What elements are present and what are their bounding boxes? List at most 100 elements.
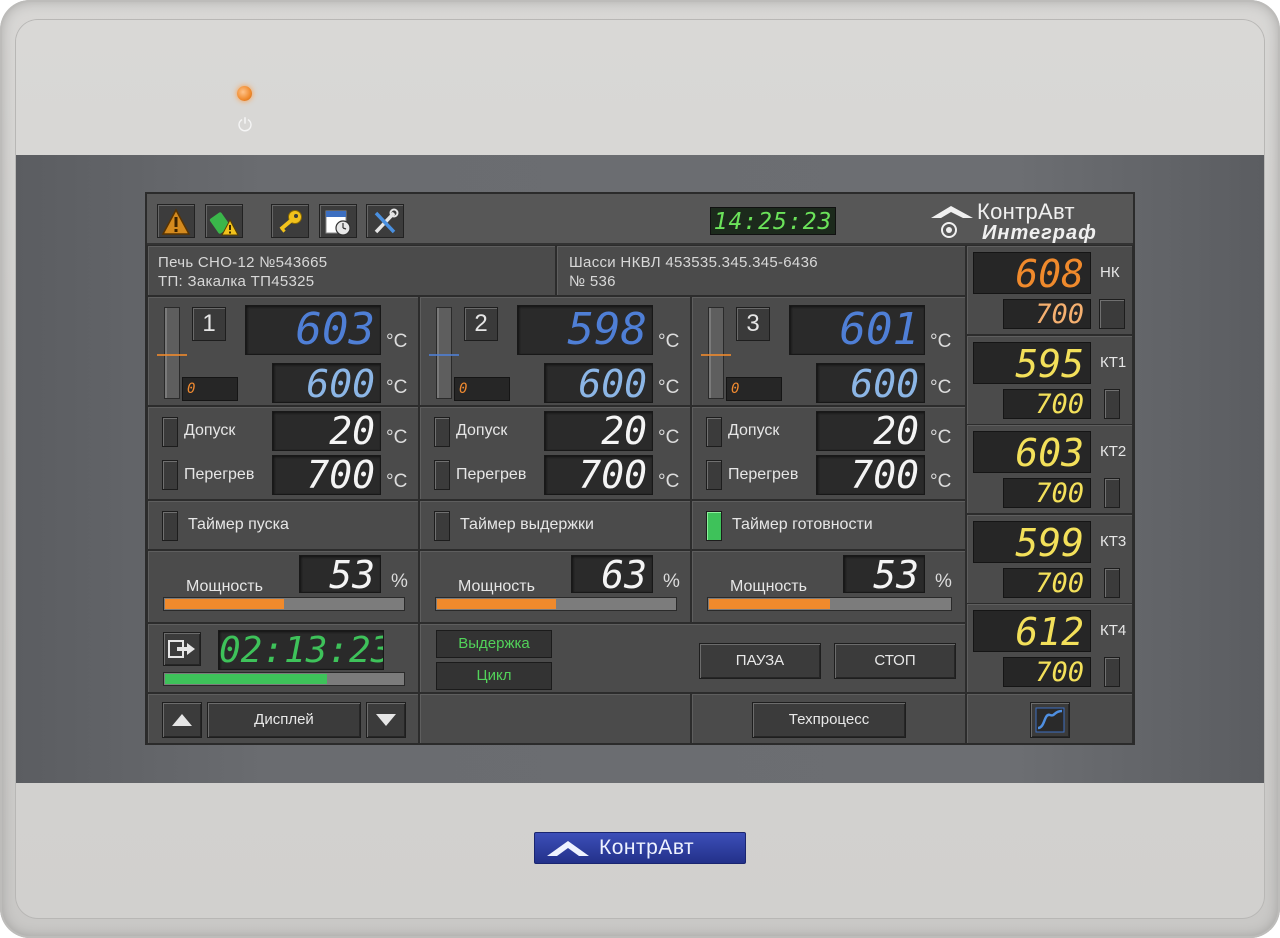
sensor-value: 612 [973, 610, 1091, 653]
current-unit: °C [386, 331, 408, 352]
trend-chart-icon [1035, 707, 1065, 733]
overheat-unit: °C [386, 471, 408, 492]
settings-button[interactable] [366, 204, 404, 238]
channel-timer-panel: Таймер готовности [691, 500, 966, 550]
sensor-value: 608 [973, 252, 1091, 295]
overheat-label: Перегрев [728, 466, 799, 483]
mode-cycle-indicator: Цикл [436, 662, 552, 690]
channel-power-panel: Мощность 63% [419, 550, 691, 623]
process-name: ТП: Закалка ТП45325 [158, 273, 315, 290]
channel-small-value: 0 [182, 377, 238, 401]
timer-label: Таймер готовности [732, 516, 873, 533]
trend-button[interactable] [1030, 702, 1070, 738]
process-control-panel: Выдержка Цикл ПАУЗА СТОП [419, 623, 966, 693]
display-next-button[interactable] [366, 702, 406, 738]
channel-column-2: 0 2 598 °C 600 °C Допуск 20 °C Перегрев 700 °C Тайме… [419, 296, 691, 623]
tolerance-value: 20 [544, 411, 653, 451]
alarm-button[interactable] [157, 204, 195, 238]
furnace-info-panel: Печь СНО-12 №543665 ТП: Закалка ТП45325 [147, 245, 556, 296]
sensor-panel-КТ1: 595 КТ1 700 [966, 334, 1133, 425]
overheat-indicator [706, 460, 722, 490]
process-elapsed-time: 02:13:23 [218, 630, 384, 670]
sensor-value: 595 [973, 341, 1091, 385]
pause-button[interactable]: ПАУЗА [699, 643, 821, 679]
power-unit: % [935, 571, 952, 592]
setpoint-unit: °C [386, 377, 408, 398]
overheat-value: 700 [816, 455, 925, 495]
channel-current-temperature: 601 [789, 305, 925, 355]
mode-hold-indicator: Выдержка [436, 630, 552, 658]
setpoint-unit: °C [658, 377, 680, 398]
tools-icon [374, 208, 399, 234]
sensor-indicator [1104, 657, 1120, 688]
power-bar-fill [165, 599, 284, 609]
trend-panel [966, 693, 1133, 743]
thermometer-marker [701, 354, 731, 356]
system-clock: 14:25:23 [710, 207, 836, 235]
furnace-name: Печь СНО-12 №543665 [158, 254, 328, 271]
channel-current-temperature: 598 [517, 305, 653, 355]
process-progress-bar [163, 672, 405, 686]
sensor-name: КТ4 [1100, 622, 1127, 640]
sensor-panel-КТ2: 603 КТ2 700 [966, 424, 1133, 515]
access-key-button[interactable] [271, 204, 309, 238]
tolerance-value: 20 [816, 411, 925, 451]
channel-column-1: 0 1 603 °C 600 °C Допуск 20 °C Перегрев 700 °C Тайме… [147, 296, 419, 623]
channel-number: 1 [192, 307, 226, 341]
sensor-indicator [1099, 299, 1125, 329]
display-prev-button[interactable] [162, 702, 202, 738]
process-progress-fill [165, 674, 327, 684]
sensor-setpoint: 700 [1003, 478, 1091, 509]
channel-limits-panel: Допуск 20 °C Перегрев 700 °C [691, 406, 966, 500]
tolerance-unit: °C [658, 427, 680, 448]
sensor-panel-КТ4: 612 КТ4 700 [966, 603, 1133, 694]
usb-button[interactable] [205, 204, 243, 238]
sensor-panel-КТ3: 599 КТ3 700 [966, 513, 1133, 604]
thermometer-marker [157, 354, 187, 356]
channel-power-panel: Мощность 53% [147, 550, 419, 623]
brand-logo-icon [547, 841, 589, 856]
overheat-label: Перегрев [456, 466, 527, 483]
exit-button[interactable] [163, 632, 201, 666]
toolbar: 14:25:23 КонтрАвт Интеграф [147, 194, 1133, 245]
power-label: Мощность [458, 578, 535, 595]
timer-indicator [434, 511, 450, 541]
chassis-info-panel: Шасси НКВЛ 453535.345.345-6436 № 536 [556, 245, 966, 296]
channel-number: 2 [464, 307, 498, 341]
chassis-name: Шасси НКВЛ 453535.345.345-6436 [569, 254, 818, 271]
tolerance-label: Допуск [728, 422, 780, 439]
sensor-value: 603 [973, 431, 1091, 474]
display-button[interactable]: Дисплей [207, 702, 361, 738]
process-timer-panel: 02:13:23 [147, 623, 419, 693]
timer-indicator [162, 511, 178, 541]
power-unit: % [663, 571, 680, 592]
timer-label: Таймер выдержки [460, 516, 594, 533]
brand-badge-label: КонтрАвт [599, 836, 695, 859]
brand-badge: КонтрАвт [534, 832, 746, 864]
sensor-name: КТ2 [1100, 443, 1127, 461]
techprocess-button[interactable]: Техпроцесс [752, 702, 906, 738]
power-icon: ⏻ [237, 115, 253, 135]
logo-text-integraf: Интеграф [982, 222, 1097, 244]
log-button[interactable] [319, 204, 357, 238]
sensor-setpoint: 700 [1003, 657, 1091, 688]
channel-timer-panel: Таймер выдержки [419, 500, 691, 550]
power-value: 63 [571, 555, 653, 593]
sensor-indicator [1104, 567, 1120, 598]
channel-power-panel: Мощность 53% [691, 550, 966, 623]
overheat-value: 700 [272, 455, 381, 495]
overheat-indicator [434, 460, 450, 490]
tolerance-indicator [162, 417, 178, 447]
sensor-value: 599 [973, 520, 1091, 564]
channel-current-temperature: 603 [245, 305, 381, 355]
channel-setpoint: 600 [272, 363, 381, 403]
channel-temperature-panel: 0 3 601 °C 600 °C [691, 296, 966, 406]
overheat-indicator [162, 460, 178, 490]
channel-thermometer [157, 307, 187, 399]
channel-temperature-panel: 0 2 598 °C 600 °C [419, 296, 691, 406]
stop-button[interactable]: СТОП [834, 643, 956, 679]
thermometer-marker [429, 354, 459, 356]
sensor-panel-НК: 608 НК 700 [966, 245, 1133, 335]
overheat-unit: °C [930, 471, 952, 492]
display-nav-panel: Дисплей [147, 693, 419, 743]
